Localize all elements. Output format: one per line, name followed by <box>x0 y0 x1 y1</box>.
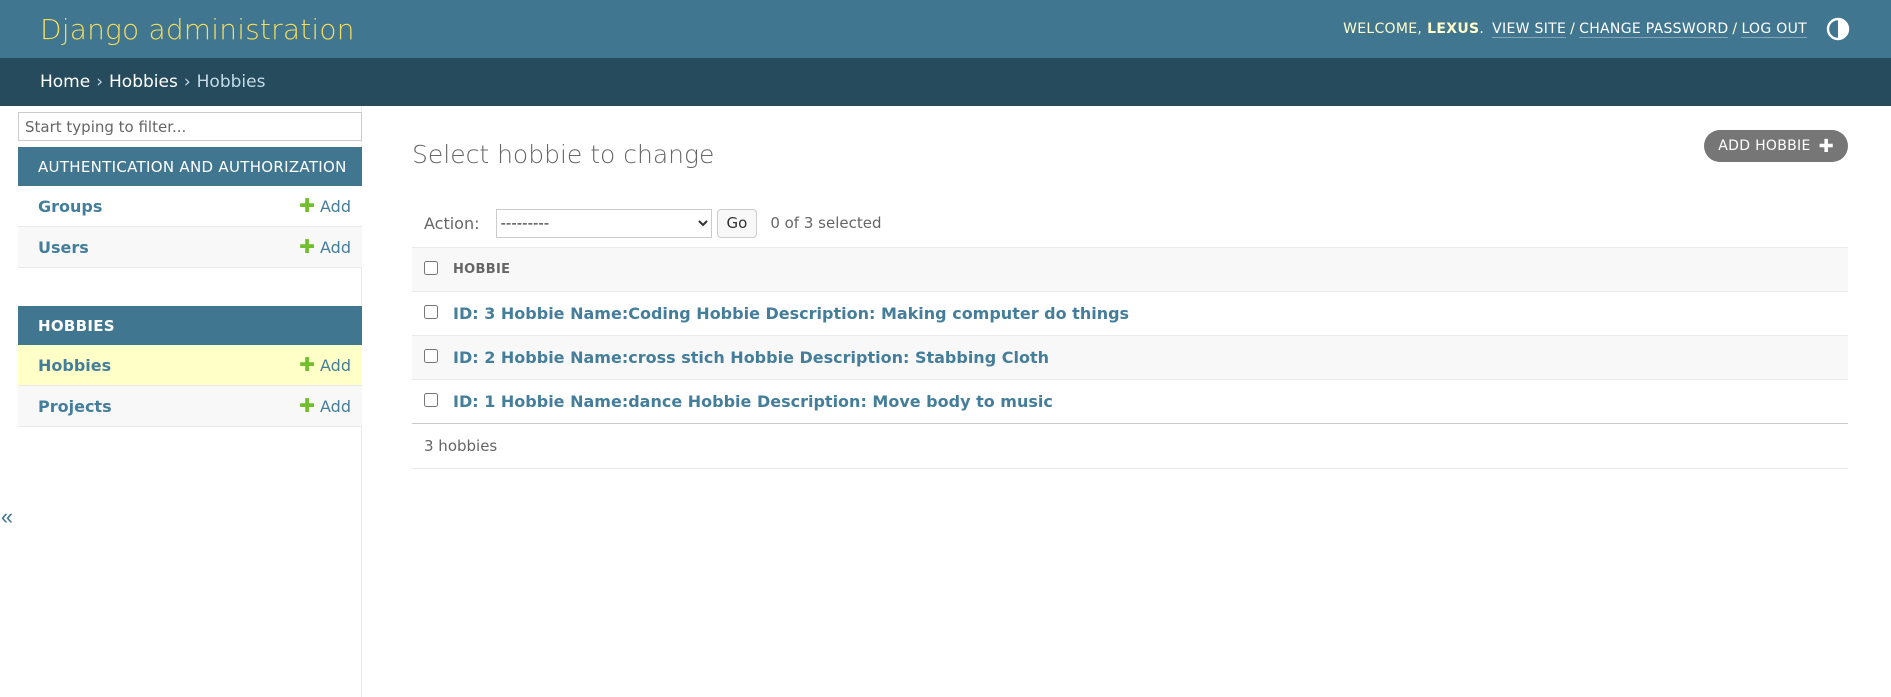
plus-icon: ✚ <box>299 394 316 417</box>
breadcrumb-current: Hobbies <box>196 72 266 92</box>
module-hobbies: Hobbies Hobbies ✚ Add Projects ✚ Add <box>18 306 362 427</box>
module-caption-hobbies[interactable]: Hobbies <box>18 306 362 345</box>
module-caption-auth[interactable]: Authentication and Authorization <box>18 147 362 186</box>
half-circle-contrast-icon <box>1826 17 1850 41</box>
table-header-row: Hobbie <box>412 247 1848 292</box>
select-all-cell <box>412 247 452 292</box>
header: Django administration Welcome, lexus. Vi… <box>0 0 1891 58</box>
sidebar-item-projects: Projects ✚ Add <box>18 386 362 427</box>
table-row: ID: 2 Hobbie Name:cross stich Hobbie Des… <box>412 335 1848 380</box>
add-hobbies-link[interactable]: ✚ Add <box>299 353 351 376</box>
breadcrumb-app[interactable]: Hobbies <box>109 72 178 92</box>
plus-icon: ✚ <box>299 194 316 217</box>
username: lexus <box>1427 21 1480 37</box>
nav-sidebar: Authentication and Authorization Groups … <box>18 106 362 697</box>
sidebar-link-users[interactable]: Users <box>38 238 89 257</box>
add-label: Add <box>320 355 351 375</box>
add-label: Add <box>320 237 351 257</box>
plus-icon: ✚ <box>299 353 316 376</box>
paginator-count: 3 hobbies <box>424 437 498 455</box>
sidebar-link-projects[interactable]: Projects <box>38 397 112 416</box>
sidebar-link-hobbies[interactable]: Hobbies <box>38 356 111 375</box>
module-auth: Authentication and Authorization Groups … <box>18 147 362 268</box>
page-title: Select hobbie to change <box>412 140 715 169</box>
actions-bar: Action: --------- Go 0 of 3 selected <box>412 201 1848 245</box>
row-cell: ID: 3 Hobbie Name:Coding Hobbie Descript… <box>452 291 1848 336</box>
log-out-link[interactable]: Log out <box>1741 21 1807 38</box>
site-name-link[interactable]: Django administration <box>40 13 355 46</box>
sidebar-item-users: Users ✚ Add <box>18 227 362 268</box>
module-caption-label: Hobbies <box>38 316 115 335</box>
add-label: Add <box>320 196 351 216</box>
breadcrumb-separator: › <box>96 72 104 92</box>
plus-icon: ✚ <box>299 235 316 258</box>
sidebar-item-hobbies: Hobbies ✚ Add <box>18 345 362 386</box>
action-label: Action: <box>424 213 480 233</box>
selected-count: 0 of 3 selected <box>770 214 882 232</box>
theme-toggle-button[interactable] <box>1825 16 1851 42</box>
row-checkbox[interactable] <box>424 392 438 407</box>
paginator: 3 hobbies <box>412 424 1848 469</box>
double-chevron-left-icon: « <box>0 504 14 529</box>
view-site-link[interactable]: View site <box>1492 21 1567 38</box>
breadcrumb-home[interactable]: Home <box>40 72 90 92</box>
row-checkbox-cell <box>412 379 452 424</box>
add-users-link[interactable]: ✚ Add <box>299 235 351 258</box>
separator: / <box>1732 21 1738 37</box>
row-link[interactable]: ID: 3 Hobbie Name:Coding Hobbie Descript… <box>453 304 1129 323</box>
add-hobbie-button[interactable]: Add hobbie ✚ <box>1704 130 1848 162</box>
change-password-link[interactable]: Change password <box>1579 21 1729 38</box>
add-groups-link[interactable]: ✚ Add <box>299 194 351 217</box>
row-link[interactable]: ID: 1 Hobbie Name:dance Hobbie Descripti… <box>453 392 1053 411</box>
column-header-label: Hobbie <box>453 262 511 277</box>
sidebar-filter-input[interactable] <box>18 112 362 141</box>
user-tools: Welcome, lexus. View site / Change passw… <box>1343 16 1851 42</box>
column-header-hobbie[interactable]: Hobbie <box>452 247 1848 292</box>
row-checkbox-cell <box>412 335 452 380</box>
toggle-sidebar-button[interactable]: « <box>0 504 14 530</box>
content: Select hobbie to change Add hobbie ✚ Act… <box>362 106 1891 697</box>
sidebar-link-groups[interactable]: Groups <box>38 197 102 216</box>
add-projects-link[interactable]: ✚ Add <box>299 394 351 417</box>
welcome-text: Welcome, <box>1343 21 1423 37</box>
row-checkbox-cell <box>412 291 452 336</box>
sidebar-item-groups: Groups ✚ Add <box>18 186 362 227</box>
go-button[interactable]: Go <box>716 208 758 238</box>
table-row: ID: 1 Hobbie Name:dance Hobbie Descripti… <box>412 379 1848 424</box>
row-checkbox[interactable] <box>424 348 438 363</box>
breadcrumb: Home › Hobbies › Hobbies <box>0 58 1891 106</box>
module-caption-label: Authentication and Authorization <box>38 157 347 176</box>
separator: / <box>1570 21 1576 37</box>
add-label: Add <box>320 396 351 416</box>
add-hobbie-label: Add hobbie <box>1718 138 1811 154</box>
row-checkbox[interactable] <box>424 304 438 319</box>
row-cell: ID: 1 Hobbie Name:dance Hobbie Descripti… <box>452 379 1848 424</box>
table-row: ID: 3 Hobbie Name:Coding Hobbie Descript… <box>412 291 1848 336</box>
select-all-checkbox[interactable] <box>424 260 438 275</box>
result-table: Hobbie ID: 3 Hobbie Name:Coding Hobbie D… <box>412 247 1848 424</box>
row-link[interactable]: ID: 2 Hobbie Name:cross stich Hobbie Des… <box>453 348 1049 367</box>
action-select[interactable]: --------- <box>495 208 712 238</box>
username-period: . <box>1479 21 1485 37</box>
plus-icon: ✚ <box>1818 135 1834 157</box>
breadcrumb-separator: › <box>183 72 191 92</box>
main: « Authentication and Authorization Group… <box>0 106 1891 697</box>
row-cell: ID: 2 Hobbie Name:cross stich Hobbie Des… <box>452 335 1848 380</box>
